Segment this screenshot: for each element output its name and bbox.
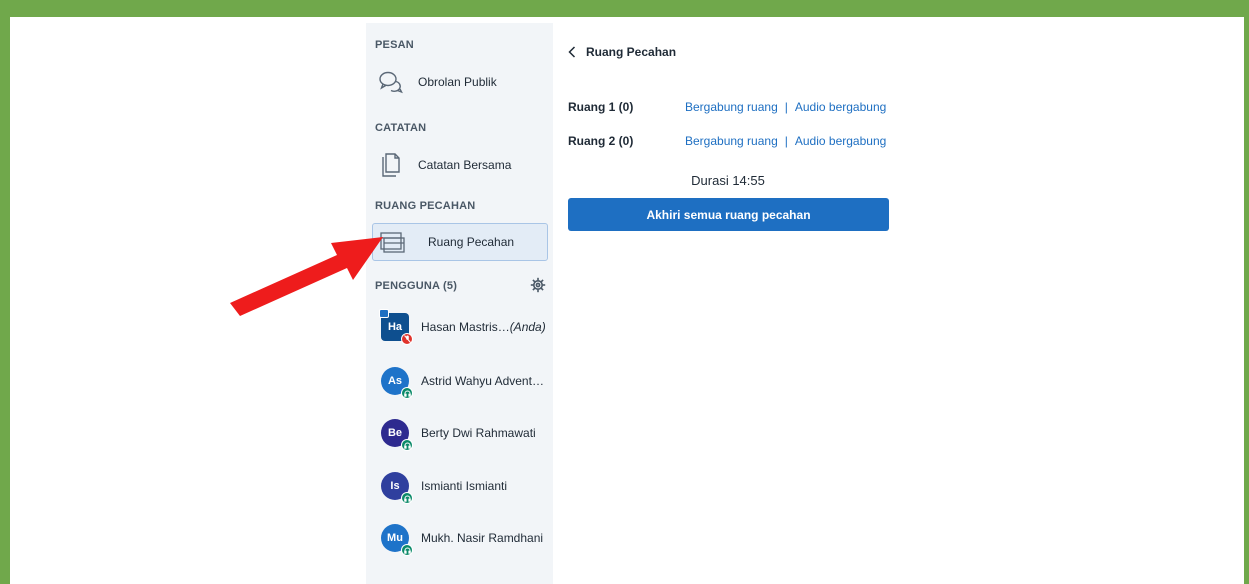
frame-border-top (0, 0, 1249, 17)
sidebar-item-shared-notes[interactable]: Catatan Bersama (372, 146, 548, 184)
section-label-messages: PESAN (375, 39, 414, 51)
link-separator: | (784, 100, 788, 114)
sidebar-item-label: Ruang Pecahan (428, 235, 515, 249)
headphones-icon (401, 544, 413, 556)
chevron-left-icon (568, 46, 576, 58)
sidebar-item-public-chat[interactable]: Obrolan Publik (372, 63, 548, 101)
chat-bubbles-icon (376, 67, 406, 97)
join-room-link[interactable]: Bergabung ruang (685, 134, 778, 148)
sidebar-item-label: Obrolan Publik (418, 75, 497, 89)
room-row: Ruang 2 (0) Bergabung ruang | Audio bergab… (568, 134, 898, 150)
avatar: As (381, 367, 413, 399)
avatar-initials: As (387, 375, 403, 387)
room-name: Ruang 2 (0) (568, 134, 634, 148)
user-name: Mukh. Nasir Ramdhani (421, 531, 544, 545)
user-self-suffix: (Anda) (509, 320, 546, 334)
frame-border-left (0, 0, 10, 584)
user-list-item[interactable]: Ha Hasan Mastris…(Anda) (372, 307, 552, 347)
room-name: Ruang 1 (0) (568, 100, 634, 114)
user-name: Berty Dwi Rahmawati (421, 426, 536, 440)
sidebar-item-label: Catatan Bersama (418, 158, 512, 172)
headphones-icon (401, 439, 413, 451)
room-row: Ruang 1 (0) Bergabung ruang | Audio bergab… (568, 100, 898, 116)
user-name: Ismianti Ismianti (421, 479, 508, 493)
avatar: Is (381, 472, 413, 504)
section-label-users: PENGGUNA (5) (375, 280, 458, 292)
user-list-item[interactable]: Be Berty Dwi Rahmawati (372, 413, 552, 453)
user-list-item[interactable]: Is Ismianti Ismianti (372, 466, 552, 506)
document-icon (376, 150, 406, 180)
join-room-link[interactable]: Bergabung ruang (685, 100, 778, 114)
headphones-icon (401, 492, 413, 504)
muted-microphone-icon (401, 333, 413, 345)
sidebar-item-breakout-rooms[interactable]: Ruang Pecahan (372, 223, 548, 261)
user-list-item[interactable]: Mu Mukh. Nasir Ramdhani (372, 518, 552, 558)
headphones-icon (401, 387, 413, 399)
frame-border-right (1244, 0, 1249, 584)
end-all-breakout-rooms-button[interactable]: Akhiri semua ruang pecahan (568, 198, 889, 231)
red-arrow-annotation (230, 237, 383, 316)
avatar-initials: Mu (387, 532, 403, 544)
avatar-initials: Is (390, 480, 400, 492)
avatar-initials: Be (387, 427, 403, 439)
user-name: Hasan Mastris…(Anda) (421, 320, 546, 334)
back-button[interactable]: Ruang Pecahan (568, 45, 676, 59)
user-list-item[interactable]: As Astrid Wahyu Advent… (372, 361, 552, 401)
section-label-notes: CATATAN (375, 122, 427, 134)
gear-icon[interactable] (530, 277, 546, 293)
user-name: Astrid Wahyu Advent… (421, 374, 544, 388)
section-label-breakout: RUANG PECAHAN (375, 200, 476, 212)
join-audio-link[interactable]: Audio bergabung (795, 134, 886, 148)
duration-text: Durasi 14:55 (691, 173, 765, 188)
panel-title: Ruang Pecahan (586, 45, 677, 59)
avatar: Be (381, 419, 413, 451)
join-audio-link[interactable]: Audio bergabung (795, 100, 886, 114)
avatar: Ha (379, 309, 413, 345)
avatar-initials: Ha (387, 321, 403, 333)
sidebar: PESAN Obrolan Publik CATATAN Catatan Ber… (366, 23, 553, 584)
link-separator: | (784, 134, 788, 148)
avatar: Mu (381, 524, 413, 556)
